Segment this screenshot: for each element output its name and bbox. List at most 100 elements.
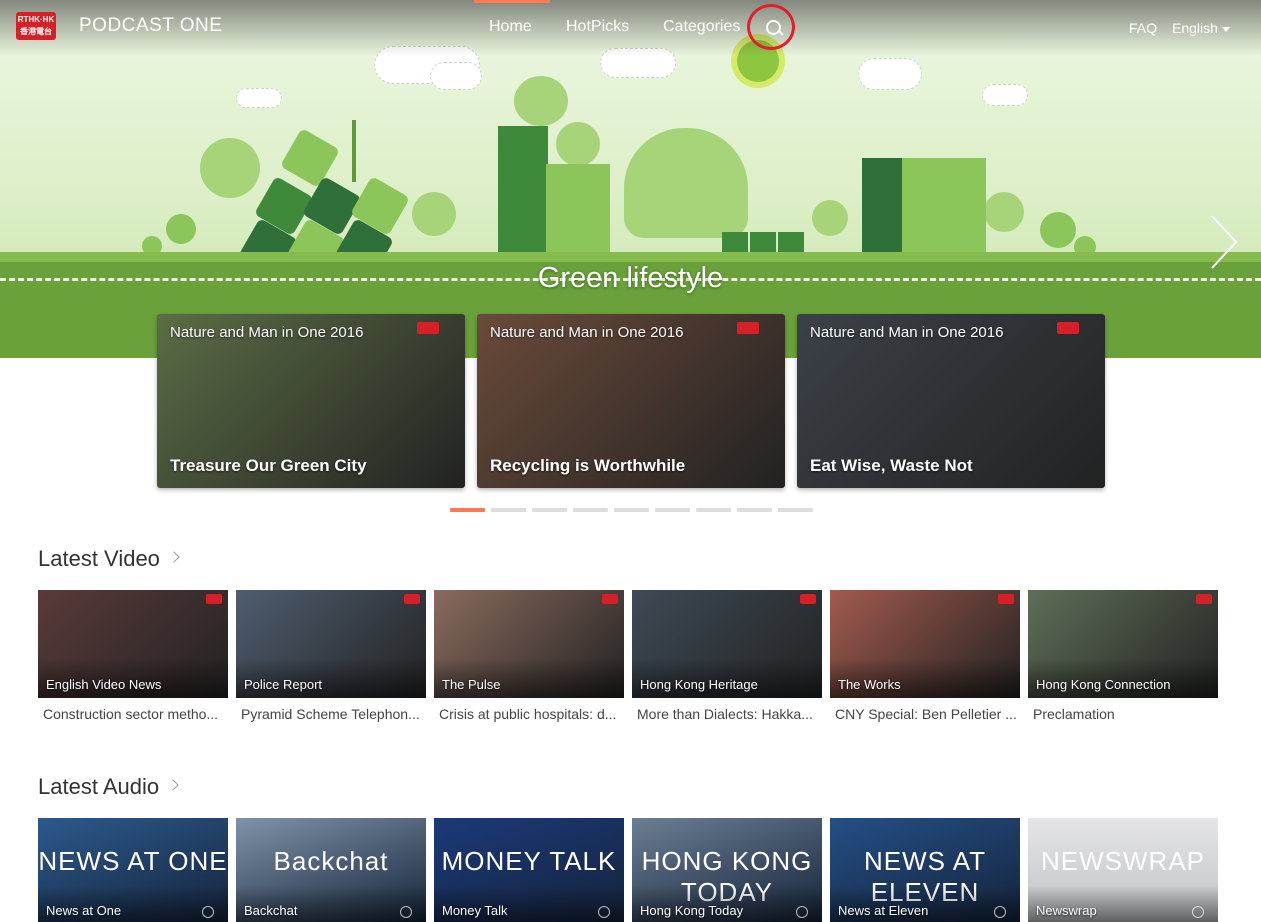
video-program-name: Police Report: [244, 677, 323, 692]
rthk-logo[interactable]: RTHK·HK 香港電台: [16, 12, 56, 40]
cloud-decoration: [430, 62, 482, 90]
tree-decoration: [812, 200, 848, 236]
tree-decoration: [1040, 212, 1076, 248]
audio-card[interactable]: Backchat Backchat: [236, 818, 426, 922]
annotation-circle: [747, 4, 795, 50]
rthk-badge-icon: [998, 594, 1014, 604]
brand-name[interactable]: PODCAST ONE: [79, 15, 222, 37]
nav-categories[interactable]: Categories: [663, 18, 740, 36]
audio-program-art: Backchat: [273, 846, 389, 876]
chevron-down-icon: [1221, 26, 1230, 32]
tree-decoration: [412, 192, 456, 236]
video-card[interactable]: The Works: [830, 590, 1020, 698]
chevron-right-icon[interactable]: [1208, 214, 1238, 270]
feature-card[interactable]: Nature and Man in One 2016 Recycling is …: [477, 314, 785, 488]
feature-title: Treasure Our Green City: [170, 456, 367, 475]
info-icon: [400, 906, 412, 918]
tree-decoration: [984, 192, 1024, 232]
carousel-dot[interactable]: [491, 508, 526, 512]
rthk-badge-icon: [1196, 594, 1212, 604]
cloud-decoration: [982, 84, 1028, 106]
video-card[interactable]: Hong Kong Connection: [1028, 590, 1218, 698]
video-episode-title[interactable]: CNY Special: Ben Pelletier ...: [835, 706, 1025, 722]
carousel-dot[interactable]: [778, 508, 813, 512]
language-label: English: [1172, 20, 1218, 36]
audio-program-art: MONEY TALK: [441, 846, 617, 876]
logo-top-text: RTHK·HK: [17, 15, 55, 24]
cloud-decoration: [858, 58, 922, 90]
carousel-dot[interactable]: [573, 508, 608, 512]
top-navigation-bar: RTHK·HK 香港電台 PODCAST ONE Home HotPicks C…: [0, 0, 1261, 56]
tree-decoration: [200, 138, 260, 198]
audio-program-name: Money Talk: [442, 903, 508, 918]
video-episode-title[interactable]: More than Dialects: Hakka...: [637, 706, 827, 722]
nav-hotpicks[interactable]: HotPicks: [566, 18, 629, 36]
rthk-badge-icon: [602, 594, 618, 604]
info-icon: [796, 906, 808, 918]
audio-program-art: NEWSWRAP: [1041, 846, 1205, 876]
rthk-badge-icon: [1057, 322, 1079, 334]
chevron-right-icon: [167, 779, 179, 791]
carousel-dot[interactable]: [614, 508, 649, 512]
info-icon: [202, 906, 214, 918]
video-episode-title[interactable]: Crisis at public hospitals: d...: [439, 706, 629, 722]
video-card[interactable]: English Video News: [38, 590, 228, 698]
audio-card[interactable]: NEWS AT ELEVENNews at Eleven: [830, 818, 1020, 922]
chevron-right-icon: [168, 551, 180, 563]
carousel-dot[interactable]: [737, 508, 772, 512]
carousel-dot[interactable]: [655, 508, 690, 512]
feature-series: Nature and Man in One 2016: [170, 324, 364, 341]
info-icon: [1192, 906, 1204, 918]
plant-decoration: [352, 120, 356, 182]
audio-card[interactable]: NEWS AT ONE News at One: [38, 818, 228, 922]
nav-home[interactable]: Home: [489, 18, 532, 36]
video-program-name: The Works: [838, 677, 901, 692]
feature-card[interactable]: Nature and Man in One 2016 Eat Wise, Was…: [797, 314, 1105, 488]
audio-program-name: News at Eleven: [838, 903, 929, 918]
tree-decoration: [166, 214, 196, 244]
video-episode-title[interactable]: Pyramid Scheme Telephon...: [241, 706, 431, 722]
audio-card[interactable]: MONEY TALK Money Talk: [434, 818, 624, 922]
audio-card[interactable]: HONG KONG TODAYHong Kong Today: [632, 818, 822, 922]
video-card[interactable]: The Pulse: [434, 590, 624, 698]
feature-series: Nature and Man in One 2016: [490, 324, 684, 341]
audio-program-art: NEWS AT ONE: [38, 846, 228, 876]
video-program-name: English Video News: [46, 677, 162, 692]
carousel-dot[interactable]: [532, 508, 567, 512]
audio-program-name: Backchat: [244, 903, 298, 918]
section-title-text: Latest Audio: [38, 774, 160, 799]
info-icon: [994, 906, 1006, 918]
feature-title: Eat Wise, Waste Not: [810, 456, 973, 475]
recycle-building: [498, 126, 548, 268]
audio-program-name: Newswrap: [1036, 903, 1097, 918]
tree-decoration: [514, 76, 568, 126]
latest-video-heading[interactable]: Latest Video: [38, 546, 180, 572]
video-program-name: The Pulse: [442, 677, 501, 692]
audio-program-name: Hong Kong Today: [640, 903, 744, 918]
carousel-dot[interactable]: [696, 508, 731, 512]
video-card[interactable]: Police Report: [236, 590, 426, 698]
feature-series: Nature and Man in One 2016: [810, 324, 1004, 341]
audio-program-name: News at One: [46, 903, 122, 918]
logo-bottom-text: 香港電台: [20, 27, 52, 36]
feature-card[interactable]: Nature and Man in One 2016 Treasure Our …: [157, 314, 465, 488]
rthk-badge-icon: [737, 322, 759, 334]
rthk-badge-icon: [800, 594, 816, 604]
latest-audio-heading[interactable]: Latest Audio: [38, 774, 179, 800]
cloud-decoration: [236, 88, 282, 108]
tree-decoration: [556, 122, 600, 166]
tree-decoration: [624, 128, 748, 238]
faq-link[interactable]: FAQ: [1129, 20, 1157, 36]
audio-card[interactable]: NEWSWRAP Newswrap: [1028, 818, 1218, 922]
rthk-badge-icon: [417, 322, 439, 334]
info-icon: [598, 906, 610, 918]
nav-active-indicator: [474, 0, 550, 3]
video-episode-title[interactable]: Preclamation: [1033, 706, 1223, 722]
carousel-dot[interactable]: [450, 508, 485, 512]
feature-title: Recycling is Worthwhile: [490, 456, 686, 475]
hex-building: [279, 127, 341, 189]
video-program-name: Hong Kong Heritage: [640, 677, 758, 692]
language-selector[interactable]: English: [1172, 20, 1230, 36]
video-card[interactable]: Hong Kong Heritage: [632, 590, 822, 698]
video-episode-title[interactable]: Construction sector metho...: [43, 706, 233, 722]
